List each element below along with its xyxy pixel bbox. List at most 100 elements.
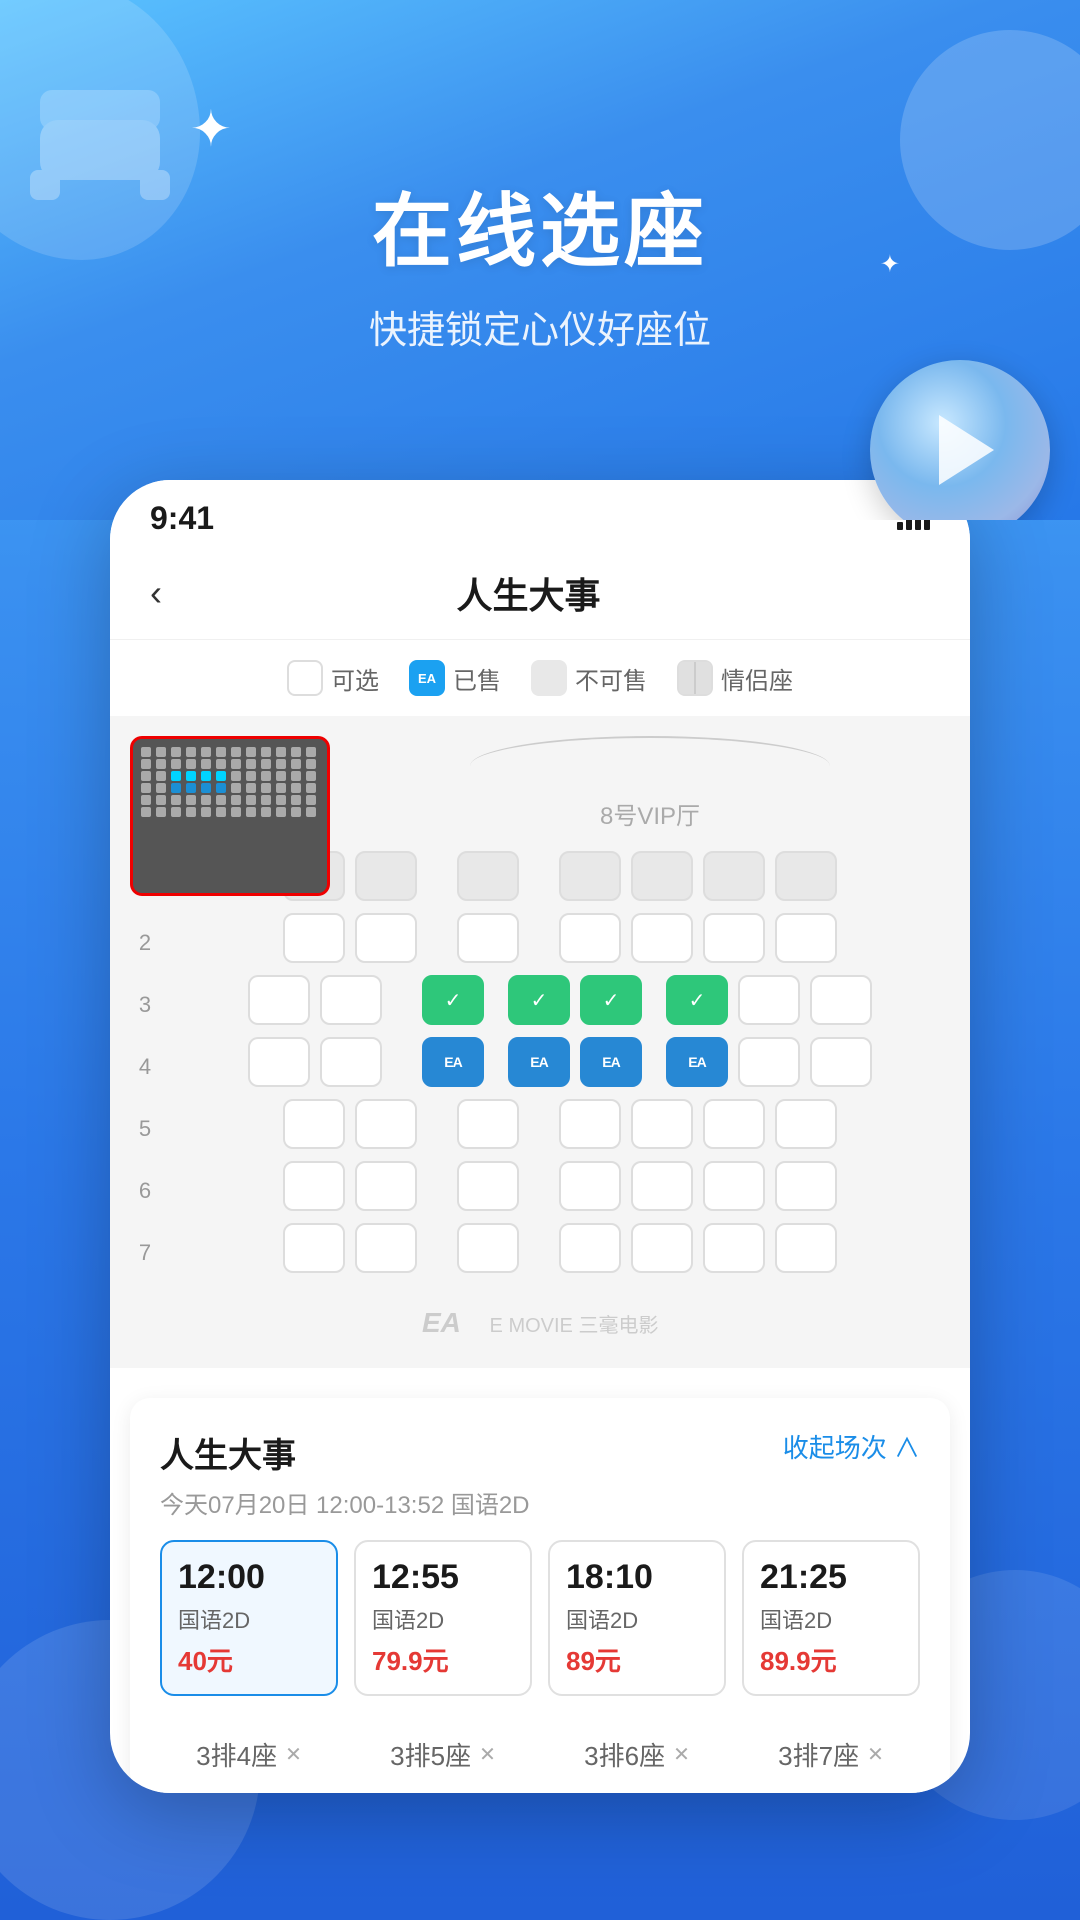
seats-main-grid: ✓ ✓ ✓ ✓ xyxy=(170,851,950,1278)
seat[interactable] xyxy=(703,1161,765,1211)
seat[interactable] xyxy=(355,913,417,963)
seat[interactable] xyxy=(631,1161,693,1211)
seat[interactable] xyxy=(703,851,765,901)
seat-gap xyxy=(427,1099,447,1149)
seat[interactable] xyxy=(457,913,519,963)
page-main-title: 在线选座 xyxy=(372,167,708,283)
seat[interactable] xyxy=(457,1099,519,1149)
row-numbers: 1 2 3 4 5 6 7 xyxy=(130,851,160,1278)
seat[interactable] xyxy=(775,1223,837,1273)
seat[interactable] xyxy=(703,1223,765,1273)
seat-selected[interactable]: ✓ xyxy=(580,975,642,1025)
seat[interactable] xyxy=(810,975,872,1025)
seat[interactable] xyxy=(320,975,382,1025)
back-button[interactable]: ‹ xyxy=(150,567,177,619)
remove-seat-0[interactable]: ✕ xyxy=(285,1742,302,1767)
seat-gap xyxy=(652,1037,656,1087)
showtime-time-1: 12:55 xyxy=(372,1558,514,1597)
seat[interactable] xyxy=(283,1099,345,1149)
seat[interactable] xyxy=(457,851,519,901)
seat[interactable] xyxy=(559,1223,621,1273)
seat[interactable] xyxy=(248,975,310,1025)
status-time: 9:41 xyxy=(150,500,214,537)
seat-sold: EA xyxy=(666,1037,728,1087)
seat[interactable] xyxy=(355,851,417,901)
legend-seat-couple xyxy=(677,660,713,696)
seat[interactable] xyxy=(775,1099,837,1149)
collapse-button[interactable]: 收起场次 ∧ xyxy=(783,1428,920,1465)
showtime-time-3: 21:25 xyxy=(760,1558,902,1597)
seat[interactable] xyxy=(810,1037,872,1087)
movie-info-row: 人生大事 收起场次 ∧ xyxy=(160,1428,920,1477)
remove-seat-1[interactable]: ✕ xyxy=(479,1742,496,1767)
legend-unavailable: 不可售 xyxy=(531,660,647,696)
seat-gap xyxy=(427,913,447,963)
showtime-time-0: 12:00 xyxy=(178,1558,320,1597)
screen-label: 8号VIP厅 xyxy=(350,776,950,841)
seat[interactable] xyxy=(355,1099,417,1149)
seat[interactable] xyxy=(283,1161,345,1211)
seat-row-6 xyxy=(170,1161,950,1211)
seat-gap xyxy=(494,975,498,1025)
showtime-price-3: 89.9元 xyxy=(760,1641,902,1678)
remove-seat-3[interactable]: ✕ xyxy=(867,1742,884,1767)
seat[interactable] xyxy=(559,851,621,901)
header-section: ✦ ✦ 在线选座 快捷锁定心仪好座位 xyxy=(0,0,1080,520)
seat-sold: EA xyxy=(508,1037,570,1087)
watermark-logo: EA xyxy=(422,1308,482,1338)
seat-row-3: ✓ ✓ ✓ ✓ xyxy=(170,975,950,1025)
seat[interactable] xyxy=(283,1223,345,1273)
seat[interactable] xyxy=(631,1099,693,1149)
seat-gap xyxy=(652,975,656,1025)
nav-bar: ‹ 人生大事 xyxy=(110,547,970,640)
phone-mockup: 9:41 ‹ 人生大事 xyxy=(110,480,970,1793)
seat-sel-2: 3排6座 ✕ xyxy=(548,1736,726,1773)
seat[interactable] xyxy=(457,1161,519,1211)
page-sub-title: 快捷锁定心仪好座位 xyxy=(369,299,711,354)
seat[interactable] xyxy=(283,913,345,963)
seat-gap xyxy=(427,851,447,901)
seat-selected[interactable]: ✓ xyxy=(422,975,484,1025)
seat-gap xyxy=(529,913,549,963)
seat[interactable] xyxy=(248,1037,310,1087)
showtime-card-2[interactable]: 18:10 国语2D 89元 xyxy=(548,1540,726,1696)
seat[interactable] xyxy=(559,913,621,963)
screen-curve xyxy=(470,736,830,766)
showtime-card-1[interactable]: 12:55 国语2D 79.9元 xyxy=(354,1540,532,1696)
play-button[interactable] xyxy=(870,360,1050,520)
sparkle-icon-1: ✦ xyxy=(190,100,232,158)
seat-selected[interactable]: ✓ xyxy=(508,975,570,1025)
sparkle-icon-2: ✦ xyxy=(880,250,900,279)
seat[interactable] xyxy=(631,1223,693,1273)
seat-selected[interactable]: ✓ xyxy=(666,975,728,1025)
seat-gap xyxy=(529,851,549,901)
status-bar: 9:41 xyxy=(110,480,970,547)
showtime-card-3[interactable]: 21:25 国语2D 89.9元 xyxy=(742,1540,920,1696)
seat-sel-3: 3排7座 ✕ xyxy=(742,1736,920,1773)
seat[interactable] xyxy=(559,1099,621,1149)
seat[interactable] xyxy=(355,1223,417,1273)
movie-meta: 今天07月20日 12:00-13:52 国语2D xyxy=(160,1485,920,1520)
seatmap-container: 8号VIP厅 1 2 3 4 5 6 7 xyxy=(110,716,970,1368)
seat-sel-1: 3排5座 ✕ xyxy=(354,1736,532,1773)
seat[interactable] xyxy=(355,1161,417,1211)
seat-icon-left xyxy=(20,60,180,220)
seat[interactable] xyxy=(320,1037,382,1087)
seat[interactable] xyxy=(457,1223,519,1273)
seat[interactable] xyxy=(559,1161,621,1211)
seat[interactable] xyxy=(775,851,837,901)
play-triangle-icon xyxy=(939,415,994,485)
seat[interactable] xyxy=(631,851,693,901)
seat[interactable] xyxy=(631,913,693,963)
seat[interactable] xyxy=(775,1161,837,1211)
legend-couple: 情侣座 xyxy=(677,660,793,696)
seat[interactable] xyxy=(738,1037,800,1087)
remove-seat-2[interactable]: ✕ xyxy=(673,1742,690,1767)
showtime-type-0: 国语2D xyxy=(178,1603,320,1635)
seat[interactable] xyxy=(775,913,837,963)
seat[interactable] xyxy=(703,1099,765,1149)
seat-row-5 xyxy=(170,1099,950,1149)
seat[interactable] xyxy=(703,913,765,963)
seat[interactable] xyxy=(738,975,800,1025)
showtime-card-0[interactable]: 12:00 国语2D 40元 xyxy=(160,1540,338,1696)
